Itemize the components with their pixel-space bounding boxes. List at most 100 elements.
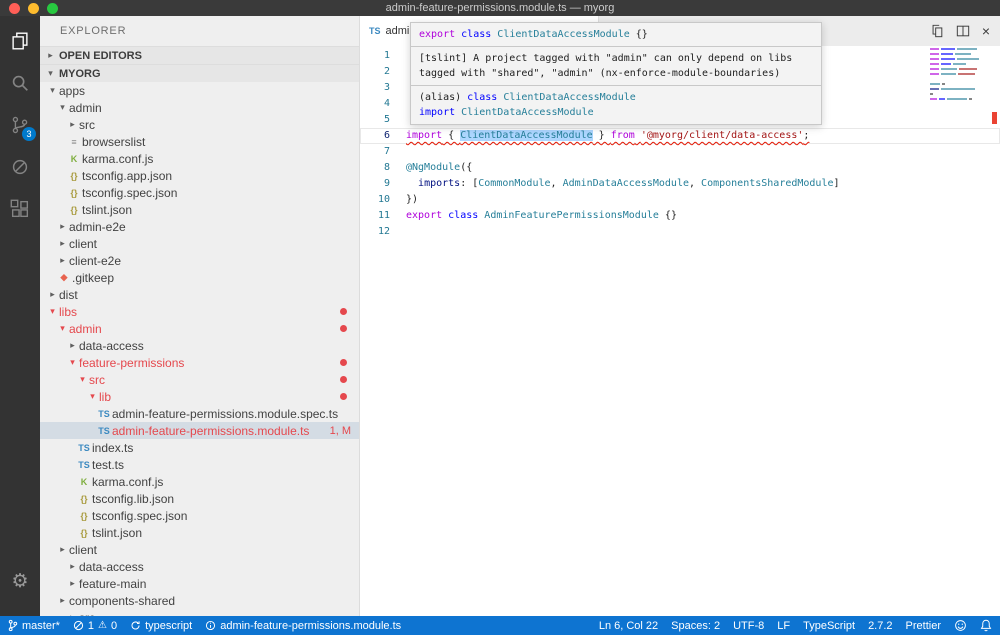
tree-item[interactable]: ▸src bbox=[40, 116, 359, 133]
tree-item[interactable]: ▾feature-permissions bbox=[40, 354, 359, 371]
problems-status[interactable]: 1 ⚠ 0 bbox=[73, 620, 117, 632]
tree-item[interactable]: {}tsconfig.app.json bbox=[40, 167, 359, 184]
tree-item[interactable]: TStest.ts bbox=[40, 456, 359, 473]
chevron-right-icon: ▸ bbox=[56, 221, 69, 232]
code-line[interactable]: 8@NgModule({ bbox=[360, 160, 1000, 176]
tree-item[interactable]: TSadmin-feature-permissions.module.ts1, … bbox=[40, 422, 359, 439]
status-item[interactable]: LF bbox=[777, 620, 790, 632]
code-line[interactable]: 11export class AdminFeaturePermissionsMo… bbox=[360, 208, 1000, 224]
code-token: ] bbox=[834, 178, 840, 189]
code-token bbox=[406, 178, 418, 189]
minimap-line bbox=[930, 83, 986, 85]
line-number: 10 bbox=[360, 192, 406, 208]
settings-gear-icon[interactable]: ⚙ bbox=[0, 560, 40, 602]
chevron-right-icon: ▸ bbox=[66, 612, 79, 616]
problem-dot bbox=[340, 376, 347, 383]
typescript-status[interactable]: typescript bbox=[130, 620, 192, 632]
tree-item-label: components-shared bbox=[69, 594, 193, 608]
explorer-icon[interactable] bbox=[0, 20, 40, 62]
minimap-token bbox=[930, 98, 937, 100]
tree-item[interactable]: ▾lib bbox=[40, 388, 359, 405]
problem-dot bbox=[340, 393, 347, 400]
tree-item[interactable]: ▾src bbox=[40, 371, 359, 388]
status-item[interactable]: Ln 6, Col 22 bbox=[599, 620, 658, 632]
tree-item[interactable]: ▸client-e2e bbox=[40, 252, 359, 269]
tree-item[interactable]: ▸data-access bbox=[40, 337, 359, 354]
tree-item-label: karma.conf.js bbox=[92, 475, 181, 489]
tree-item[interactable]: ◆.gitkeep bbox=[40, 269, 359, 286]
minimap-token bbox=[930, 63, 939, 65]
tree-item[interactable]: ▸data-access bbox=[40, 558, 359, 575]
minimap[interactable] bbox=[930, 48, 986, 108]
json-file-icon: {} bbox=[66, 171, 82, 181]
minimap-token bbox=[930, 83, 940, 85]
tree-item[interactable]: {}tslint.json bbox=[40, 524, 359, 541]
status-item[interactable]: Spaces: 2 bbox=[671, 620, 720, 632]
tree-item[interactable]: ▸admin-e2e bbox=[40, 218, 359, 235]
tree-item[interactable]: ▸client bbox=[40, 541, 359, 558]
code-line[interactable]: 12 bbox=[360, 224, 1000, 240]
source-control-icon[interactable]: 3 bbox=[0, 104, 40, 146]
line-number: 5 bbox=[360, 112, 406, 128]
json-file-icon: {} bbox=[66, 205, 82, 215]
error-count: 1 bbox=[88, 620, 94, 632]
tree-item[interactable]: ▸dist bbox=[40, 286, 359, 303]
chevron-right-icon: ▸ bbox=[66, 119, 79, 130]
tree-item[interactable]: TSadmin-feature-permissions.module.spec.… bbox=[40, 405, 359, 422]
code-line[interactable]: 9 imports: [CommonModule, AdminDataAcces… bbox=[360, 176, 1000, 192]
debug-icon[interactable] bbox=[0, 146, 40, 188]
ts-file-icon: TS bbox=[96, 409, 112, 419]
status-item[interactable]: 2.7.2 bbox=[868, 620, 892, 632]
tree-item[interactable]: ▸client bbox=[40, 235, 359, 252]
code-token: ClientDataAccessModule bbox=[461, 107, 593, 118]
title-bar[interactable]: admin-feature-permissions.module.ts — my… bbox=[0, 0, 1000, 16]
root-folder-header[interactable]: ▾ MYORG bbox=[40, 64, 359, 82]
code-token: {} bbox=[630, 29, 648, 40]
status-item[interactable]: Prettier bbox=[906, 620, 941, 632]
open-changes-icon[interactable] bbox=[930, 24, 944, 38]
tree-item-label: tsconfig.spec.json bbox=[82, 186, 195, 200]
zoom-window-button[interactable] bbox=[47, 3, 58, 14]
tree-item[interactable]: {}tsconfig.spec.json bbox=[40, 184, 359, 201]
search-icon[interactable] bbox=[0, 62, 40, 104]
tree-item[interactable]: Kkarma.conf.js bbox=[40, 473, 359, 490]
close-editor-icon[interactable]: × bbox=[982, 24, 990, 38]
tree-item[interactable]: {}tsconfig.lib.json bbox=[40, 490, 359, 507]
git-branch-status[interactable]: master* bbox=[8, 619, 60, 632]
open-editors-header[interactable]: ▸ OPEN EDITORS bbox=[40, 46, 359, 64]
code-area[interactable]: 123456import { ClientDataAccessModule } … bbox=[360, 46, 1000, 616]
tree-item-label: karma.conf.js bbox=[82, 152, 171, 166]
tree-item[interactable]: ▾admin bbox=[40, 99, 359, 116]
tree-item[interactable]: TSindex.ts bbox=[40, 439, 359, 456]
minimap-token bbox=[939, 98, 945, 100]
tree-item[interactable]: {}tslint.json bbox=[40, 201, 359, 218]
chevron-right-icon: ▸ bbox=[66, 578, 79, 589]
minimap-line bbox=[930, 88, 986, 90]
feedback-smiley-icon[interactable] bbox=[954, 619, 967, 632]
tree-item[interactable]: {}tsconfig.spec.json bbox=[40, 507, 359, 524]
code-line[interactable]: 10}) bbox=[360, 192, 1000, 208]
extensions-icon[interactable] bbox=[0, 188, 40, 230]
close-window-button[interactable] bbox=[9, 3, 20, 14]
status-item[interactable]: TypeScript bbox=[803, 620, 855, 632]
tree-item-label: libs bbox=[59, 305, 95, 319]
minimap-line bbox=[930, 53, 986, 55]
code-token: AdminDataAccessModule bbox=[563, 178, 689, 189]
tree-item[interactable]: ▸components-shared bbox=[40, 592, 359, 609]
tree-item[interactable]: ▸src bbox=[40, 609, 359, 616]
notifications-bell-icon[interactable] bbox=[980, 619, 992, 632]
tree-item[interactable]: Kkarma.conf.js bbox=[40, 150, 359, 167]
ts-file-icon: TS bbox=[96, 426, 112, 436]
tree-item[interactable]: ▾apps bbox=[40, 82, 359, 99]
minimize-window-button[interactable] bbox=[28, 3, 39, 14]
split-editor-icon[interactable] bbox=[956, 24, 970, 38]
code-line[interactable]: 6import { ClientDataAccessModule } from … bbox=[360, 128, 1000, 144]
code-line[interactable]: 7 bbox=[360, 144, 1000, 160]
tree-item[interactable]: ▾admin bbox=[40, 320, 359, 337]
status-item[interactable]: UTF-8 bbox=[733, 620, 764, 632]
active-file-status[interactable]: admin-feature-permissions.module.ts bbox=[205, 620, 401, 632]
code-token: ClientDataAccessModule bbox=[503, 92, 635, 103]
tree-item[interactable]: ▸feature-main bbox=[40, 575, 359, 592]
tree-item[interactable]: ≡browserslist bbox=[40, 133, 359, 150]
tree-item[interactable]: ▾libs bbox=[40, 303, 359, 320]
